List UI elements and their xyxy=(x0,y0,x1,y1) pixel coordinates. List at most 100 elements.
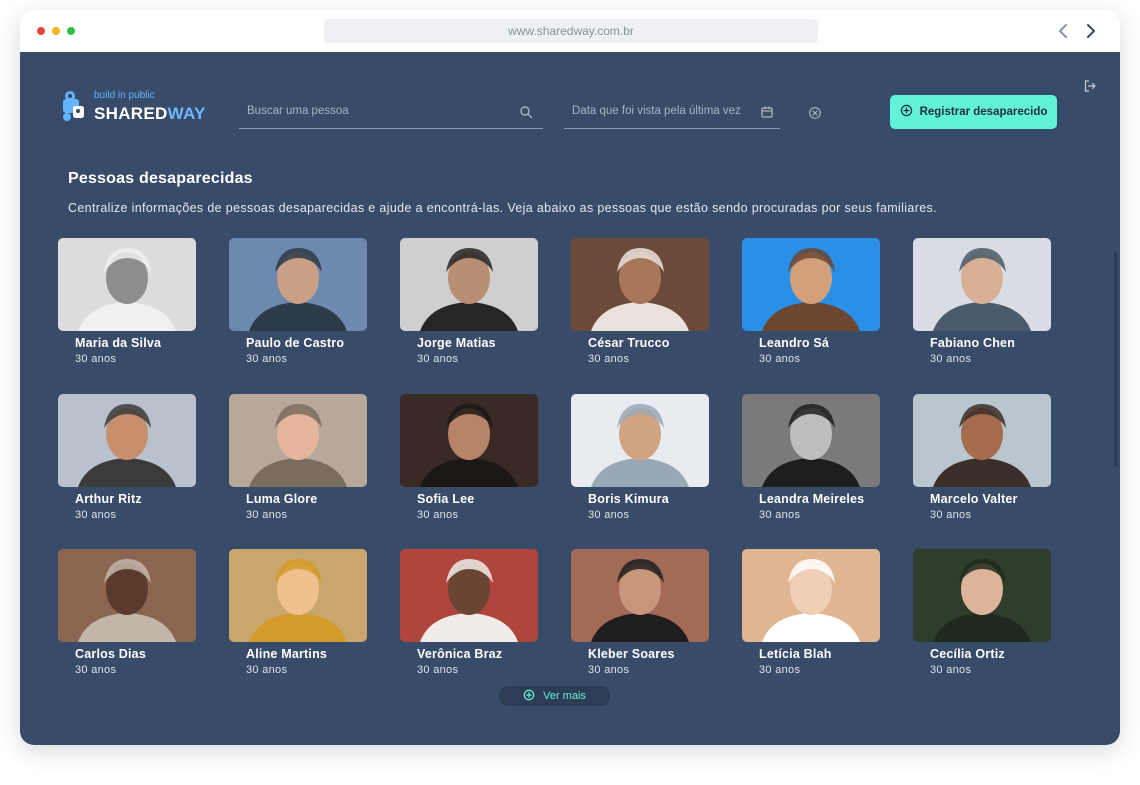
search-placeholder: Buscar uma pessoa xyxy=(247,105,349,117)
brand-name-accent: WAY xyxy=(167,104,206,123)
window-minimize-dot[interactable] xyxy=(52,27,60,35)
chevron-right-icon[interactable] xyxy=(1083,22,1099,40)
logout-icon[interactable] xyxy=(1083,79,1097,93)
person-card[interactable]: César Trucco 30 anos xyxy=(571,238,709,373)
brand-name-main: SHARED xyxy=(94,104,168,123)
search-icon[interactable] xyxy=(519,105,533,119)
person-card[interactable]: Luma Glore 30 anos xyxy=(229,393,367,529)
last-seen-date-input[interactable]: Data que foi vista pela última vez xyxy=(564,97,780,129)
person-card[interactable]: Maria da Silva 30 anos xyxy=(58,238,196,373)
register-button-label: Registrar desaparecido xyxy=(919,106,1048,118)
brand-name: SHAREDWAY xyxy=(94,104,206,124)
window-close-dot[interactable] xyxy=(37,27,45,35)
person-age: 30 anos xyxy=(759,508,801,521)
person-photo[interactable] xyxy=(58,549,196,642)
app-page: build in public SHAREDWAY Buscar uma pes… xyxy=(20,52,1120,745)
browser-toolbar: www.sharedway.com.br xyxy=(20,10,1120,52)
page-title: Pessoas desaparecidas xyxy=(68,170,253,187)
person-photo[interactable] xyxy=(400,549,538,642)
person-photo[interactable] xyxy=(742,549,880,642)
see-more-label: Ver mais xyxy=(543,690,586,702)
person-card[interactable]: Jorge Matias 30 anos xyxy=(400,238,538,373)
page-scrollbar[interactable] xyxy=(1114,252,1117,467)
person-age: 30 anos xyxy=(417,664,459,676)
person-age: 30 anos xyxy=(930,664,972,676)
person-photo[interactable] xyxy=(58,393,196,487)
person-photo[interactable] xyxy=(229,238,367,331)
person-photo[interactable] xyxy=(913,238,1051,331)
register-missing-button[interactable]: Registrar desaparecido xyxy=(890,95,1057,129)
person-photo[interactable] xyxy=(742,393,880,487)
person-photo[interactable] xyxy=(58,238,196,331)
search-input[interactable]: Buscar uma pessoa xyxy=(239,97,543,129)
person-name: Jorge Matias xyxy=(417,336,496,350)
person-photo[interactable] xyxy=(229,393,367,487)
person-card[interactable]: Cecília Ortiz 30 anos xyxy=(913,549,1051,684)
person-age: 30 anos xyxy=(759,353,801,365)
person-photo[interactable] xyxy=(913,549,1051,642)
person-card[interactable]: Aline Martins 30 anos xyxy=(229,549,367,684)
person-card[interactable]: Leandro Sá 30 anos xyxy=(742,238,880,373)
person-name: Verônica Braz xyxy=(417,647,503,661)
person-photo[interactable] xyxy=(400,238,538,331)
brand-logo[interactable]: build in public SHAREDWAY xyxy=(60,90,220,126)
person-age: 30 anos xyxy=(930,508,972,521)
address-bar[interactable]: www.sharedway.com.br xyxy=(324,19,818,43)
person-age: 30 anos xyxy=(246,353,288,365)
person-name: Leandro Sá xyxy=(759,336,830,350)
calendar-icon[interactable] xyxy=(760,105,774,119)
person-name: Boris Kimura xyxy=(588,491,669,506)
chevron-left-icon[interactable] xyxy=(1055,22,1071,40)
person-card[interactable]: Verônica Braz 30 anos xyxy=(400,549,538,684)
person-card[interactable]: Carlos Dias 30 anos xyxy=(58,549,196,684)
date-placeholder: Data que foi vista pela última vez xyxy=(572,105,741,117)
person-card[interactable]: Kleber Soares 30 anos xyxy=(571,549,709,684)
person-name: Luma Glore xyxy=(246,491,318,506)
person-photo[interactable] xyxy=(571,549,709,642)
window-maximize-dot[interactable] xyxy=(67,27,75,35)
person-name: Aline Martins xyxy=(246,647,328,661)
person-card[interactable]: Sofia Lee 30 anos xyxy=(400,393,538,529)
person-name: Sofia Lee xyxy=(417,491,475,506)
person-age: 30 anos xyxy=(759,664,801,676)
person-name: Maria da Silva xyxy=(75,336,162,350)
person-name: Arthur Ritz xyxy=(75,491,142,506)
person-photo[interactable] xyxy=(913,393,1051,487)
person-age: 30 anos xyxy=(930,353,972,365)
person-age: 30 anos xyxy=(588,664,630,676)
plus-circle-icon xyxy=(900,104,913,120)
person-age: 30 anos xyxy=(417,508,459,521)
person-photo[interactable] xyxy=(400,393,538,487)
see-more-button[interactable]: Ver mais xyxy=(499,686,610,706)
person-card[interactable]: Arthur Ritz 30 anos xyxy=(58,393,196,529)
people-grid: Maria da Silva 30 anos Paulo de Castro 30 a… xyxy=(58,238,1058,688)
person-photo[interactable] xyxy=(742,238,880,331)
person-name: Cecília Ortiz xyxy=(930,647,1005,661)
person-age: 30 anos xyxy=(417,353,459,365)
plus-circle-icon xyxy=(523,689,535,704)
person-photo[interactable] xyxy=(571,238,709,331)
person-name: Kleber Soares xyxy=(588,647,675,661)
person-card[interactable]: Boris Kimura 30 anos xyxy=(571,393,709,529)
person-age: 30 anos xyxy=(246,508,288,521)
clear-circle-icon[interactable] xyxy=(808,106,822,120)
person-name: Leandra Meireles xyxy=(759,491,865,506)
person-card[interactable]: Paulo de Castro 30 anos xyxy=(229,238,367,373)
person-card[interactable]: Marcelo Valter 30 anos xyxy=(913,393,1051,529)
person-age: 30 anos xyxy=(75,508,117,521)
person-photo[interactable] xyxy=(229,549,367,642)
person-card[interactable]: Letícia Blah 30 anos xyxy=(742,549,880,684)
person-card[interactable]: Leandra Meireles 30 anos xyxy=(742,393,880,529)
person-name: Letícia Blah xyxy=(759,647,832,661)
person-card[interactable]: Fabiano Chen 30 anos xyxy=(913,238,1051,373)
person-age: 30 anos xyxy=(75,353,117,365)
brand-tagline: build in public xyxy=(94,90,155,101)
person-name: Carlos Dias xyxy=(75,647,146,661)
person-age: 30 anos xyxy=(75,664,117,676)
person-name: César Trucco xyxy=(588,336,670,350)
person-photo[interactable] xyxy=(571,393,709,487)
sharedway-logo-icon xyxy=(60,90,88,122)
person-age: 30 anos xyxy=(588,353,630,365)
person-age: 30 anos xyxy=(588,508,630,521)
person-name: Fabiano Chen xyxy=(930,336,1016,350)
